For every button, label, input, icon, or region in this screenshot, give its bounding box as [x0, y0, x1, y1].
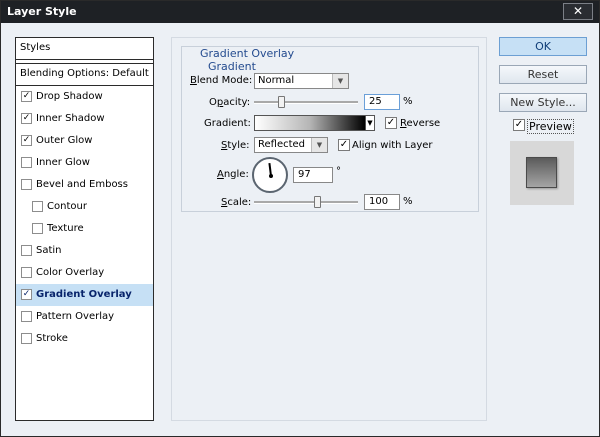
scale-unit: % — [403, 196, 413, 207]
reverse-label: Reverse — [400, 118, 441, 129]
opacity-input[interactable]: 25 — [364, 94, 400, 110]
scale-slider-thumb[interactable] — [314, 196, 321, 208]
style-label: Style: — [221, 140, 250, 151]
gradient-label: Gradient: — [204, 118, 251, 129]
style-item-label: Bevel and Emboss — [36, 179, 128, 190]
style-item-stroke[interactable]: Stroke — [16, 328, 153, 350]
style-item-label: Color Overlay — [36, 267, 105, 278]
style-select[interactable]: Reflected ▼ — [254, 137, 328, 153]
settings-panel: Gradient Overlay Gradient Blend Mode: No… — [171, 37, 487, 421]
group-title: Gradient Overlay — [198, 47, 297, 60]
style-value: Reflected — [258, 139, 306, 150]
style-item-label: Contour — [47, 201, 87, 212]
checkbox-pattern-overlay[interactable] — [21, 311, 32, 322]
style-item-bevel-emboss[interactable]: Bevel and Emboss — [16, 174, 153, 196]
style-item-drop-shadow[interactable]: ✓ Drop Shadow — [16, 86, 153, 108]
style-item-pattern-overlay[interactable]: Pattern Overlay — [16, 306, 153, 328]
scale-input[interactable]: 100 — [364, 194, 400, 210]
checkbox-outer-glow[interactable]: ✓ — [21, 135, 32, 146]
checkbox-bevel-emboss[interactable] — [21, 179, 32, 190]
gradient-dropdown-button[interactable]: ▼ — [365, 115, 375, 131]
checkbox-color-overlay[interactable] — [21, 267, 32, 278]
reverse-checkbox[interactable]: ✓ — [385, 117, 397, 129]
angle-input[interactable]: 97 — [293, 167, 333, 183]
style-preview-swatch — [510, 141, 574, 205]
angle-unit: ° — [336, 166, 341, 177]
blend-mode-select[interactable]: Normal ▼ — [254, 73, 349, 89]
style-item-satin[interactable]: Satin — [16, 240, 153, 262]
chevron-down-icon: ▼ — [332, 74, 348, 88]
opacity-slider-thumb[interactable] — [278, 96, 285, 108]
styles-header[interactable]: Styles — [16, 38, 153, 60]
checkbox-drop-shadow[interactable]: ✓ — [21, 91, 32, 102]
preview-label: Preview — [527, 119, 574, 134]
style-item-contour[interactable]: Contour — [16, 196, 153, 218]
close-button[interactable]: ✕ — [563, 3, 593, 20]
scale-label: Scale: — [221, 197, 252, 208]
window-title: Layer Style — [7, 5, 77, 18]
preview-thumbnail — [526, 157, 557, 188]
layer-style-dialog: Layer Style ✕ Styles Blending Options: D… — [0, 0, 600, 437]
align-with-layer-checkbox[interactable]: ✓ — [338, 139, 350, 151]
checkbox-stroke[interactable] — [21, 333, 32, 344]
checkbox-inner-shadow[interactable]: ✓ — [21, 113, 32, 124]
style-item-inner-glow[interactable]: Inner Glow — [16, 152, 153, 174]
gradient-overlay-group: Gradient Overlay Gradient Blend Mode: No… — [181, 46, 479, 212]
style-item-label: Inner Shadow — [36, 113, 105, 124]
checkbox-satin[interactable] — [21, 245, 32, 256]
opacity-slider-track[interactable] — [254, 101, 358, 104]
styles-list: Styles Blending Options: Default ✓ Drop … — [15, 37, 154, 421]
opacity-label: Opacity: — [209, 97, 251, 108]
checkbox-gradient-overlay[interactable]: ✓ — [21, 289, 32, 300]
style-item-label: Outer Glow — [36, 135, 93, 146]
checkbox-contour[interactable] — [32, 201, 43, 212]
style-item-label: Stroke — [36, 333, 68, 344]
ok-button[interactable]: OK — [499, 37, 587, 56]
angle-dial[interactable] — [252, 157, 288, 193]
style-item-gradient-overlay[interactable]: ✓ Gradient Overlay — [16, 284, 153, 306]
angle-dial-center — [269, 174, 273, 178]
style-item-label: Inner Glow — [36, 157, 90, 168]
checkbox-inner-glow[interactable] — [21, 157, 32, 168]
blend-mode-label: Blend Mode: — [190, 75, 253, 86]
opacity-unit: % — [403, 96, 413, 107]
style-item-label: Gradient Overlay — [36, 289, 132, 300]
title-bar: Layer Style ✕ — [1, 1, 599, 23]
preview-checkbox[interactable]: ✓ — [513, 119, 525, 131]
scale-slider-track[interactable] — [254, 201, 358, 204]
style-item-color-overlay[interactable]: Color Overlay — [16, 262, 153, 284]
blend-mode-value: Normal — [258, 75, 295, 86]
angle-label: Angle: — [217, 169, 249, 180]
style-item-texture[interactable]: Texture — [16, 218, 153, 240]
style-item-label: Texture — [47, 223, 84, 234]
style-item-outer-glow[interactable]: ✓ Outer Glow — [16, 130, 153, 152]
style-item-label: Satin — [36, 245, 62, 256]
reset-button[interactable]: Reset — [499, 65, 587, 84]
blending-options-item[interactable]: Blending Options: Default — [16, 63, 153, 86]
style-item-label: Pattern Overlay — [36, 311, 115, 322]
group-subtitle: Gradient — [208, 60, 256, 73]
style-item-inner-shadow[interactable]: ✓ Inner Shadow — [16, 108, 153, 130]
align-with-layer-label: Align with Layer — [352, 140, 433, 151]
new-style-button[interactable]: New Style... — [499, 93, 587, 112]
chevron-down-icon: ▼ — [311, 138, 327, 152]
checkbox-texture[interactable] — [32, 223, 43, 234]
gradient-picker[interactable] — [254, 115, 366, 131]
chevron-down-icon: ▼ — [367, 119, 373, 127]
style-item-label: Drop Shadow — [36, 91, 103, 102]
